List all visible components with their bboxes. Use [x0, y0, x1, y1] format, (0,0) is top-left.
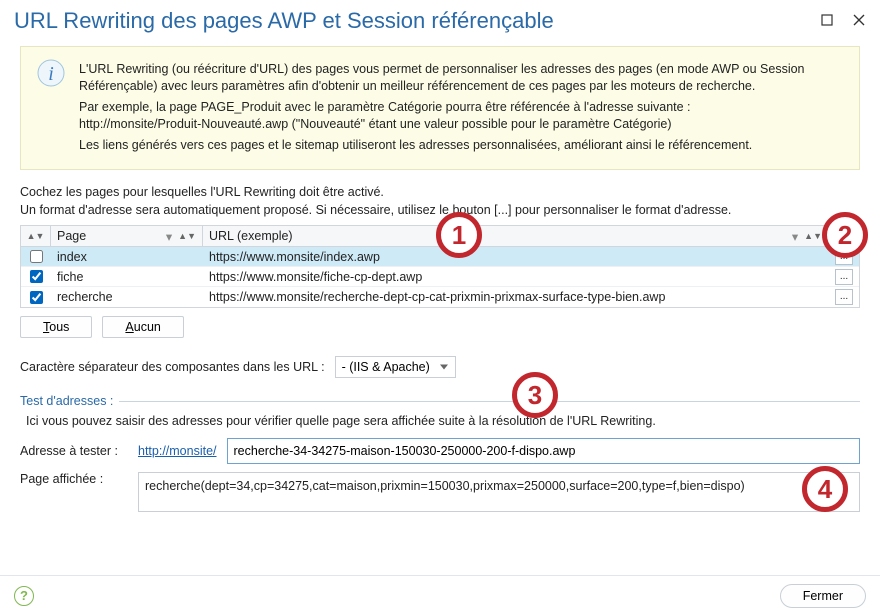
- page-result-row: Page affichée : recherche(dept=34,cp=342…: [20, 472, 860, 512]
- instruction-line-2: Un format d'adresse sera automatiquement…: [20, 202, 860, 220]
- sort-icon: ▲▼: [27, 231, 45, 241]
- col-edit-header: ≡: [829, 226, 859, 246]
- window-controls: [820, 13, 866, 27]
- row-url: https://www.monsite/recherche-dept-cp-ca…: [209, 290, 665, 304]
- base-url-link[interactable]: http://monsite/: [138, 444, 217, 458]
- titlebar: URL Rewriting des pages AWP et Session r…: [0, 0, 880, 40]
- info-icon: i: [35, 57, 67, 89]
- filter-icon[interactable]: ▾: [792, 229, 798, 244]
- info-panel: i L'URL Rewriting (ou réécriture d'URL) …: [20, 46, 860, 170]
- row-edit-button[interactable]: ...: [835, 269, 853, 285]
- address-test-row: Adresse à tester : http://monsite/: [20, 438, 860, 464]
- col-checkbox-header[interactable]: ▲▼: [21, 226, 51, 246]
- row-checkbox[interactable]: [30, 291, 43, 304]
- table-row[interactable]: fiche https://www.monsite/fiche-cp-dept.…: [21, 267, 859, 287]
- info-paragraph-1: L'URL Rewriting (ou réécriture d'URL) de…: [79, 61, 845, 95]
- separator-row: Caractère séparateur des composantes dan…: [20, 356, 860, 378]
- row-checkbox[interactable]: [30, 270, 43, 283]
- dialog-title: URL Rewriting des pages AWP et Session r…: [14, 8, 554, 34]
- svg-text:i: i: [48, 63, 54, 85]
- filter-icon[interactable]: ▾: [166, 229, 172, 244]
- row-edit-button[interactable]: ...: [835, 289, 853, 305]
- info-paragraph-3: Les liens générés vers ces pages et le s…: [79, 137, 845, 154]
- select-buttons-row: Tous Aucun: [20, 316, 860, 338]
- info-paragraph-2: Par exemple, la page PAGE_Produit avec l…: [79, 99, 845, 133]
- row-url: https://www.monsite/index.awp: [209, 250, 380, 264]
- table-row[interactable]: index https://www.monsite/index.awp ...: [21, 247, 859, 267]
- test-section-title: Test d'adresses :: [20, 394, 860, 408]
- separator-select[interactable]: - (IIS & Apache): [335, 356, 456, 378]
- sort-icon: ▲▼: [178, 231, 196, 241]
- dialog-content: i L'URL Rewriting (ou réécriture d'URL) …: [0, 40, 880, 575]
- instruction-line-1: Cochez les pages pour lesquelles l'URL R…: [20, 184, 860, 202]
- close-button[interactable]: Fermer: [780, 584, 866, 608]
- menu-icon[interactable]: ≡: [840, 229, 847, 243]
- row-url: https://www.monsite/fiche-cp-dept.awp: [209, 270, 422, 284]
- col-page-label: Page: [57, 229, 86, 243]
- info-text: L'URL Rewriting (ou réécriture d'URL) de…: [79, 57, 845, 157]
- row-checkbox[interactable]: [30, 250, 43, 263]
- row-edit-button[interactable]: ...: [835, 249, 853, 265]
- help-button[interactable]: ?: [14, 586, 34, 606]
- col-url-header[interactable]: URL (exemple) ▾ ▲▼: [203, 226, 829, 246]
- col-page-header[interactable]: Page ▾ ▲▼: [51, 226, 203, 246]
- pages-table: ▲▼ Page ▾ ▲▼ URL (exemple) ▾ ▲▼ ≡ i: [20, 225, 860, 308]
- address-test-input[interactable]: [227, 438, 860, 464]
- address-test-label: Adresse à tester :: [20, 444, 128, 458]
- col-url-label: URL (exemple): [209, 229, 293, 243]
- test-description: Ici vous pouvez saisir des adresses pour…: [26, 414, 860, 428]
- instructions: Cochez les pages pour lesquelles l'URL R…: [20, 184, 860, 219]
- page-result-box: recherche(dept=34,cp=34275,cat=maison,pr…: [138, 472, 860, 512]
- table-header: ▲▼ Page ▾ ▲▼ URL (exemple) ▾ ▲▼ ≡: [21, 225, 859, 247]
- maximize-button[interactable]: [820, 13, 834, 27]
- table-row[interactable]: recherche https://www.monsite/recherche-…: [21, 287, 859, 307]
- dialog-footer: ? Fermer: [0, 575, 880, 615]
- page-result-label: Page affichée :: [20, 472, 128, 486]
- section-rule: [119, 401, 860, 402]
- sort-icon: ▲▼: [804, 231, 822, 241]
- select-none-button[interactable]: Aucun: [102, 316, 183, 338]
- row-page-name: recherche: [57, 290, 113, 304]
- dialog-window: URL Rewriting des pages AWP et Session r…: [0, 0, 880, 615]
- row-page-name: index: [57, 250, 87, 264]
- row-page-name: fiche: [57, 270, 83, 284]
- select-all-button[interactable]: Tous: [20, 316, 92, 338]
- close-window-button[interactable]: [852, 13, 866, 27]
- separator-label: Caractère séparateur des composantes dan…: [20, 360, 325, 374]
